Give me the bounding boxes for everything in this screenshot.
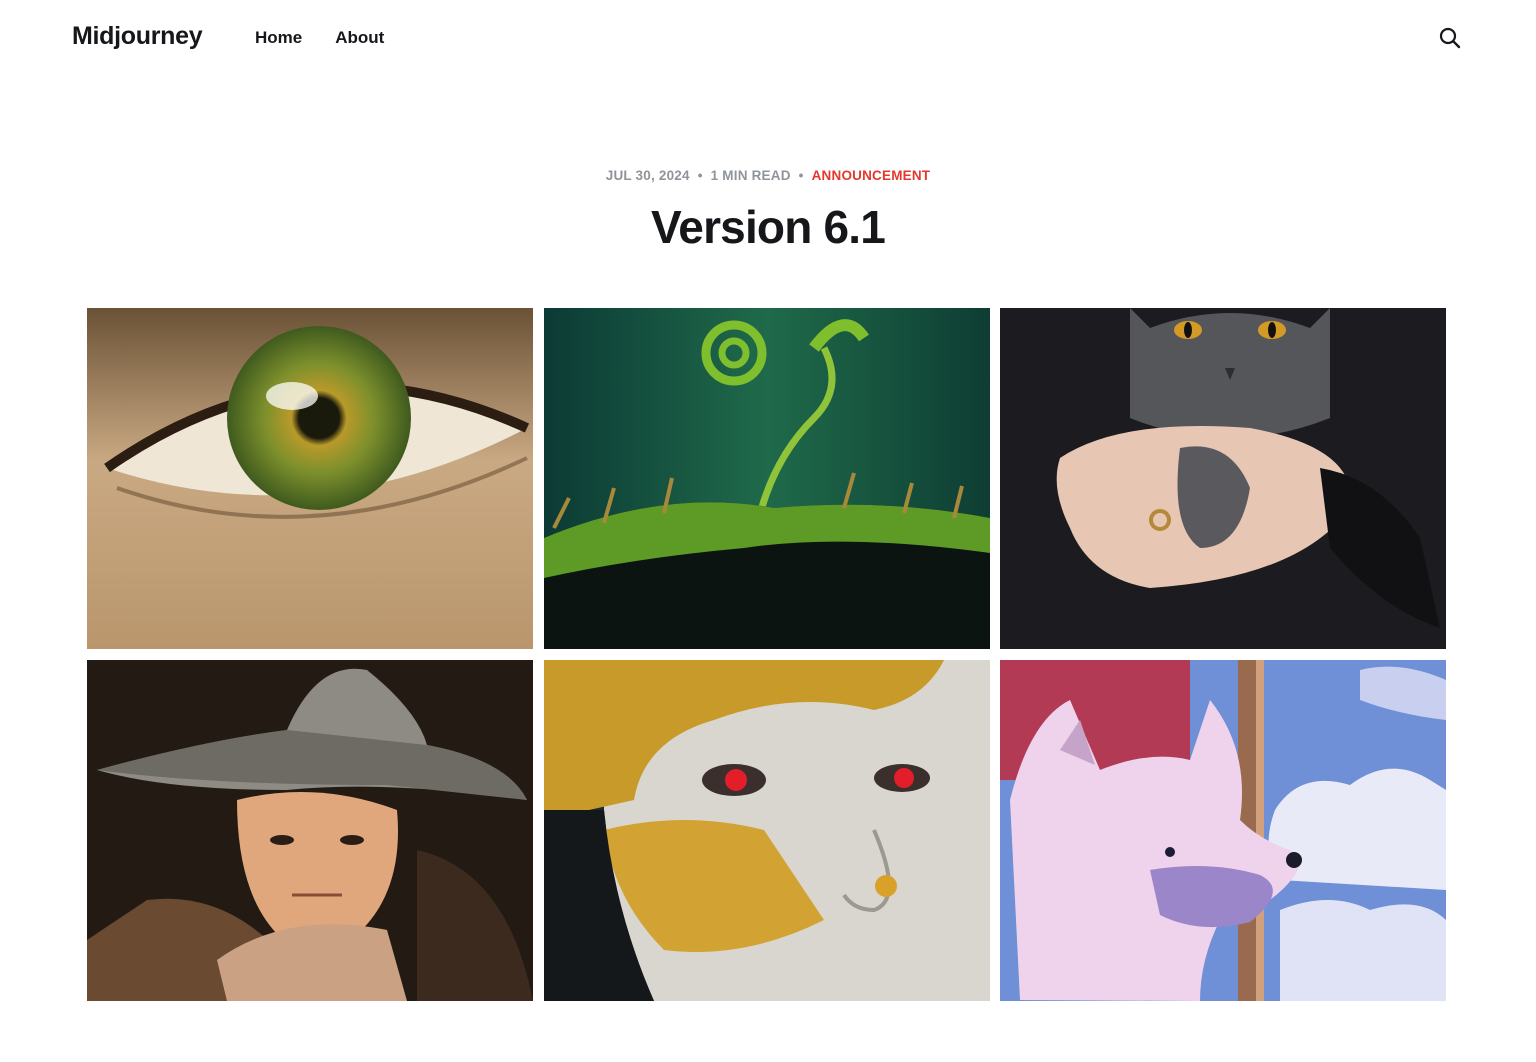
- post-read-time: 1 MIN READ: [710, 168, 791, 183]
- meta-separator: •: [798, 168, 804, 183]
- post-title: Version 6.1: [650, 201, 886, 253]
- gallery-image-cat[interactable]: [1000, 308, 1446, 649]
- nav-home[interactable]: Home: [255, 28, 302, 48]
- gallery-image-wizard[interactable]: [87, 660, 533, 1001]
- gallery-image-pixel-wolf[interactable]: [1000, 660, 1446, 1001]
- post-date: JUL 30, 2024: [605, 168, 690, 183]
- search-button[interactable]: [1438, 26, 1462, 50]
- gallery-image-fern[interactable]: [544, 308, 990, 649]
- post-tag[interactable]: ANNOUNCEMENT: [812, 168, 931, 183]
- main-nav: Home About: [255, 28, 384, 48]
- meta-separator: •: [697, 168, 703, 183]
- site-header: Midjourney Home About: [0, 0, 1536, 78]
- image-gallery: [87, 308, 1446, 1002]
- nav-about[interactable]: About: [335, 28, 384, 48]
- site-logo[interactable]: Midjourney: [72, 22, 203, 51]
- gallery-image-gold-face[interactable]: [544, 660, 990, 1001]
- gallery-image-eye[interactable]: [87, 308, 533, 649]
- post-meta: JUL 30, 2024 • 1 MIN READ • ANNOUNCEMENT: [0, 168, 1536, 183]
- search-icon: [1439, 27, 1461, 49]
